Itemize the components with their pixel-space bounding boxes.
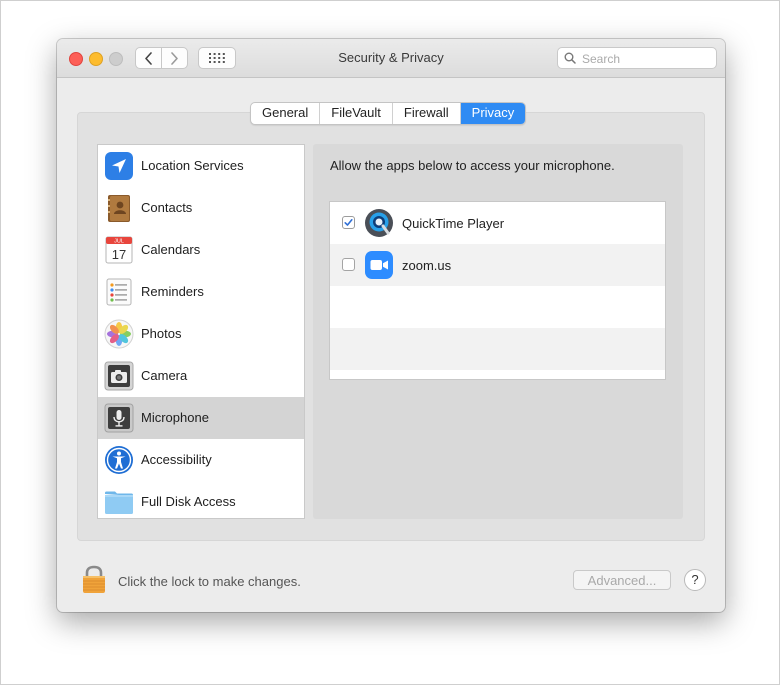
lock-status-text: Click the lock to make changes. — [118, 574, 301, 589]
sidebar-item-label: Contacts — [141, 200, 193, 215]
sidebar-item-label: Reminders — [141, 284, 204, 299]
sidebar-item-label: Calendars — [141, 242, 201, 257]
help-button[interactable]: ? — [684, 569, 706, 591]
sidebar-item-reminders[interactable]: Reminders — [98, 271, 304, 313]
accessibility-icon — [105, 446, 133, 474]
empty-list-row — [330, 286, 665, 328]
lock-icon[interactable] — [81, 564, 107, 594]
calendar-icon-day: 17 — [112, 247, 126, 262]
contacts-book-icon — [108, 195, 130, 222]
list-item-zoom-us[interactable]: zoom.us — [330, 244, 665, 286]
quicktime-player-checkbox[interactable] — [342, 216, 355, 229]
zoom-icon — [365, 251, 393, 279]
photos-flower-icon — [104, 319, 134, 349]
camera-icon — [104, 361, 134, 391]
sidebar-item-camera[interactable]: Camera — [98, 355, 304, 397]
microphone-icon — [104, 403, 134, 433]
app-name: zoom.us — [402, 258, 452, 273]
sidebar-item-photos[interactable]: Photos — [98, 313, 304, 355]
sidebar-item-label: Microphone — [141, 410, 209, 425]
sidebar-item-contacts[interactable]: Contacts — [98, 187, 304, 229]
sidebar-item-label: Accessibility — [141, 452, 212, 467]
tab-general[interactable]: General — [251, 103, 321, 124]
sidebar-item-label: Photos — [141, 326, 182, 341]
sidebar-item-accessibility[interactable]: Accessibility — [98, 439, 304, 481]
sidebar-item-label: Location Services — [141, 158, 244, 173]
quicktime-icon — [365, 209, 393, 237]
sidebar-item-full-disk-access[interactable]: Full Disk Access — [98, 481, 304, 518]
checkmark-icon — [344, 219, 353, 226]
reminders-list-icon — [106, 278, 132, 306]
app-name: QuickTime Player — [402, 216, 505, 231]
tab-bar: General FileVault Firewall Privacy — [250, 102, 527, 125]
sidebar-item-calendars[interactable]: JUL 17 Calendars — [98, 229, 304, 271]
calendar-icon: JUL 17 — [105, 236, 133, 264]
title-bar: Security & Privacy — [57, 39, 725, 78]
panel-description: Allow the apps below to access your micr… — [330, 158, 615, 173]
advanced-button[interactable]: Advanced... — [573, 570, 671, 590]
zoom-us-checkbox[interactable] — [342, 258, 355, 271]
empty-list-row — [330, 328, 665, 370]
list-item-quicktime-player[interactable]: QuickTime Player — [330, 202, 665, 244]
app-permission-list: QuickTime Player zoom.us — [329, 201, 666, 380]
folder-icon — [105, 491, 133, 514]
sidebar-item-microphone[interactable]: Microphone — [98, 397, 304, 439]
tab-firewall[interactable]: Firewall — [393, 103, 461, 124]
privacy-detail-panel: Allow the apps below to access your micr… — [313, 144, 683, 519]
search-field[interactable] — [557, 47, 717, 69]
preferences-window: Security & Privacy General FileVault Fir… — [57, 39, 725, 612]
tab-privacy[interactable]: Privacy — [460, 103, 526, 124]
search-icon — [564, 52, 576, 64]
sidebar-item-label: Full Disk Access — [141, 494, 236, 509]
tab-filevault[interactable]: FileVault — [320, 103, 393, 124]
sidebar-item-label: Camera — [141, 368, 188, 383]
calendar-icon-month: JUL — [114, 239, 124, 245]
sidebar-item-location-services[interactable]: Location Services — [98, 145, 304, 187]
location-arrow-icon — [105, 152, 133, 180]
search-input[interactable] — [580, 50, 714, 68]
privacy-category-list: Location Services Contacts JUL 17 Calend… — [97, 144, 305, 519]
